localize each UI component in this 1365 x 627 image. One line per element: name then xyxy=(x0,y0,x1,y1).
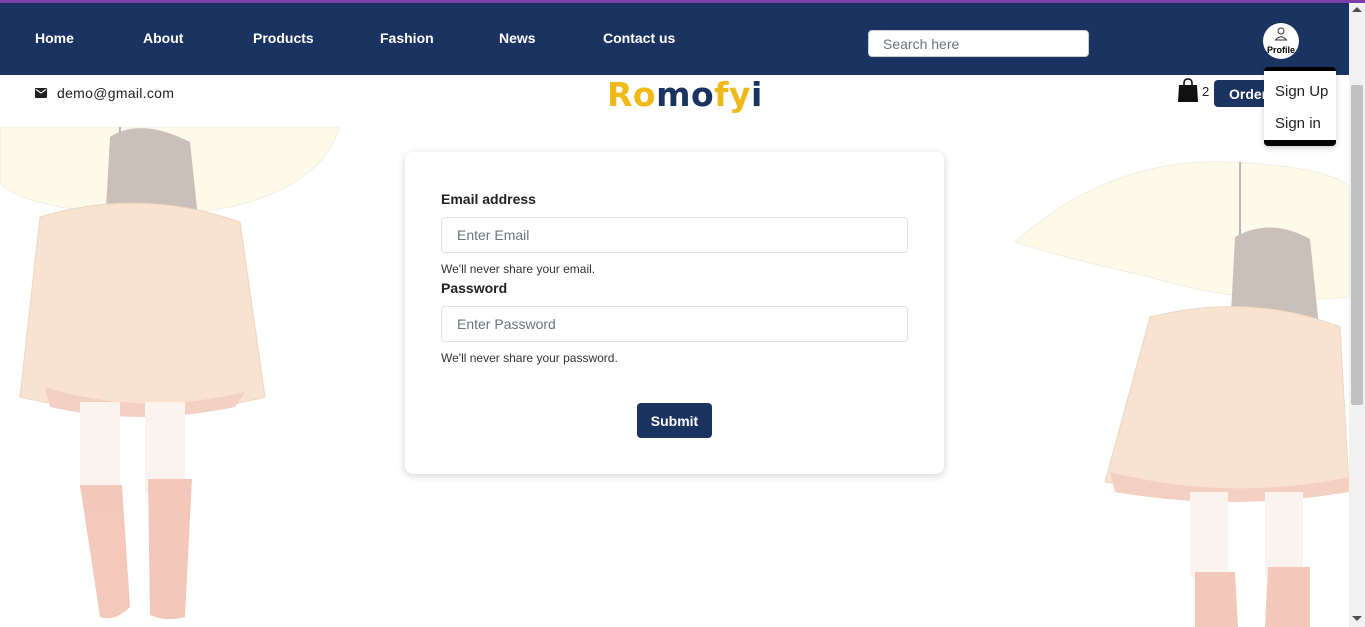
password-label: Password xyxy=(441,280,508,296)
submit-button[interactable]: Submit xyxy=(637,403,712,438)
profile-dropdown: Sign Up Sign in xyxy=(1264,67,1336,146)
subheader: demo@gmail.com Romofyi 2 Order xyxy=(0,75,1349,127)
vertical-scrollbar[interactable] xyxy=(1349,3,1365,627)
nav-news[interactable]: News xyxy=(499,30,536,46)
password-help-text: We'll never share your password. xyxy=(441,351,618,365)
user-icon xyxy=(1274,27,1288,41)
profile-button[interactable]: Profile xyxy=(1263,23,1299,59)
nav-products[interactable]: Products xyxy=(253,30,314,46)
brand-logo[interactable]: Romofyi xyxy=(607,75,763,114)
scroll-down-arrow-icon[interactable] xyxy=(1352,616,1362,621)
search-input[interactable] xyxy=(868,30,1089,57)
logo-text-part-3: fy xyxy=(714,75,752,114)
mail-icon xyxy=(35,88,47,98)
email-help-text: We'll never share your email. xyxy=(441,262,596,276)
password-input[interactable] xyxy=(441,306,908,342)
navbar: Home About Products Fashion News Contact… xyxy=(0,3,1349,75)
logo-text-part-4: i xyxy=(751,75,763,114)
sign-in-link[interactable]: Sign in xyxy=(1275,115,1321,132)
nav-fashion[interactable]: Fashion xyxy=(380,30,434,46)
contact-email: demo@gmail.com xyxy=(57,85,175,101)
logo-text-part-1: Ro xyxy=(607,75,657,114)
shopping-bag-icon[interactable] xyxy=(1177,78,1199,103)
scroll-up-arrow-icon[interactable] xyxy=(1352,7,1362,12)
nav-contact-us[interactable]: Contact us xyxy=(603,30,675,46)
sign-up-link[interactable]: Sign Up xyxy=(1275,83,1328,100)
nav-home[interactable]: Home xyxy=(35,30,74,46)
logo-text-part-2: mo xyxy=(656,75,715,114)
email-label: Email address xyxy=(441,191,536,207)
login-form-card: Email address We'll never share your ema… xyxy=(405,152,944,474)
profile-label: Profile xyxy=(1266,45,1295,55)
scroll-thumb[interactable] xyxy=(1351,85,1363,405)
nav-about[interactable]: About xyxy=(143,30,183,46)
email-input[interactable] xyxy=(441,217,908,253)
cart-count: 2 xyxy=(1202,84,1210,99)
